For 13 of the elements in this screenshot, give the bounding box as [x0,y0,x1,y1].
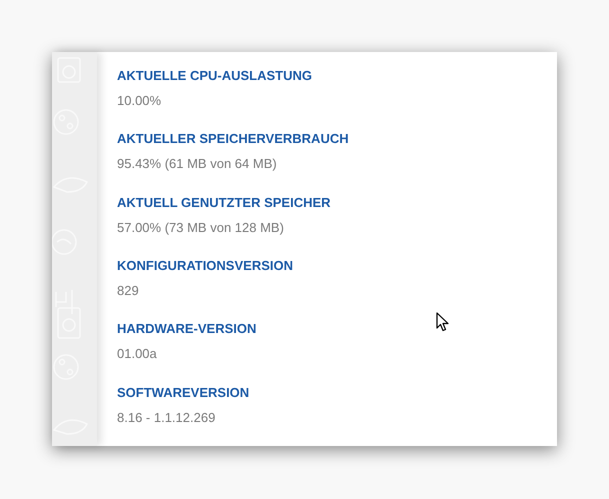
info-label: KONFIGURATIONSVERSION [117,256,294,275]
info-value: 01.00a [117,345,158,364]
info-label: AKTUELLER SPEICHERVERBRAUCH [117,130,349,148]
info-value: 8.16 - 1.1.12.269 [117,408,216,427]
info-value: 95.43% (61 MB von 64 MB) [117,155,278,174]
info-value: 829 [117,282,140,300]
info-label: HARDWARE-VERSION [117,320,258,338]
info-label: SOFTWAREVERSION [117,384,250,402]
info-label: AKTUELLE CPU-AUSLASTUNG [117,67,313,85]
info-label: AKTUELL GENUTZTER SPEICHER [117,194,332,212]
info-value: 10.00% [117,92,162,110]
info-value: 57.00% (73 MB von 128 MB) [117,218,285,237]
mouse-cursor-icon [436,312,449,332]
